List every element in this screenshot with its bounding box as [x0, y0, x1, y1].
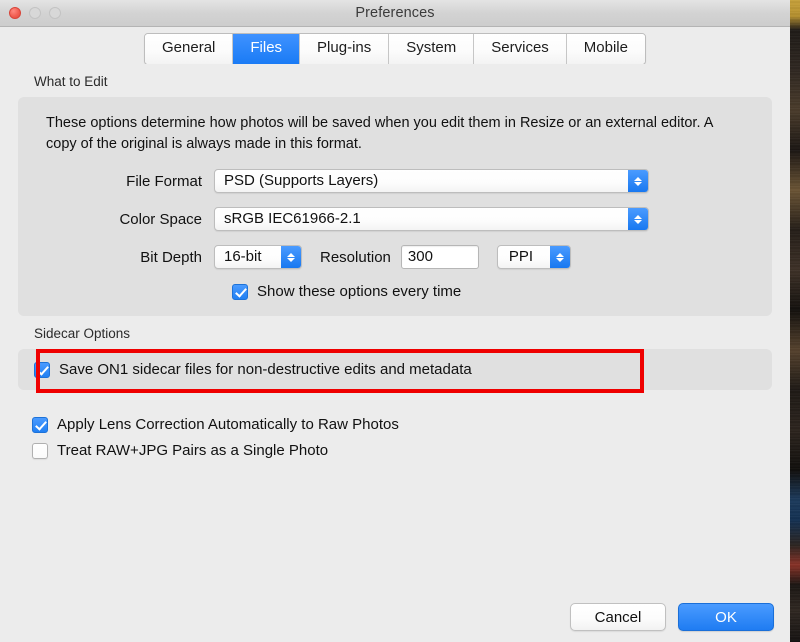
apply-lens-correction-checkbox[interactable] [32, 416, 48, 433]
tab-general[interactable]: General [145, 34, 234, 64]
bottom-options-group: Apply Lens Correction Automatically to R… [32, 416, 772, 459]
color-space-row: Color Space sRGB IEC61966-2.1 [34, 207, 756, 231]
show-options-checkbox-row[interactable]: Show these options every time [232, 283, 461, 300]
save-sidecar-checkbox-row[interactable]: Save ON1 sidecar files for non-destructi… [34, 361, 756, 378]
ok-button[interactable]: OK [678, 603, 774, 631]
resolution-label: Resolution [320, 248, 391, 266]
treat-raw-jpg-row[interactable]: Treat RAW+JPG Pairs as a Single Photo [32, 442, 772, 459]
file-format-label: File Format [126, 172, 202, 190]
file-format-value: PSD (Supports Layers) [224, 172, 379, 189]
tab-files[interactable]: Files [233, 34, 301, 64]
tab-plug-ins[interactable]: Plug-ins [300, 34, 390, 64]
tab-bar: General Files Plug-ins System Services M… [144, 33, 646, 65]
chevron-up-icon [634, 176, 642, 181]
apply-lens-correction-row[interactable]: Apply Lens Correction Automatically to R… [32, 416, 772, 433]
resolution-input[interactable]: 300 [400, 245, 479, 269]
resolution-units-value: PPI [508, 248, 534, 265]
dialog-footer: Cancel OK [570, 603, 774, 631]
what-to-edit-description: These options determine how photos will … [46, 115, 713, 152]
cancel-button[interactable]: Cancel [570, 603, 666, 631]
window-titlebar[interactable]: Preferences [0, 0, 790, 27]
chevron-down-icon [634, 181, 642, 186]
treat-raw-jpg-label: Treat RAW+JPG Pairs as a Single Photo [57, 442, 329, 459]
resolution-units-select[interactable]: PPI [496, 245, 571, 269]
what-to-edit-label: What to Edit [34, 74, 108, 89]
sidecar-options-label: Sidecar Options [34, 326, 131, 341]
minimize-window-icon[interactable] [29, 7, 41, 19]
chevron-down-icon [287, 257, 295, 262]
chevron-down-icon [555, 257, 564, 262]
show-options-label: Show these options every time [257, 283, 462, 300]
file-format-stepper-icon[interactable] [628, 170, 648, 192]
tab-mobile[interactable]: Mobile [566, 34, 645, 64]
what-to-edit-group: These options determine how photos will … [18, 97, 772, 316]
window-title: Preferences [355, 5, 435, 21]
screen: Preferences General Files Plug-ins Syste… [0, 0, 800, 642]
show-options-checkbox[interactable] [232, 283, 248, 300]
tabbar-region: General Files Plug-ins System Services M… [0, 27, 790, 65]
files-panel: What to Edit These options determine how… [0, 64, 790, 642]
treat-raw-jpg-checkbox[interactable] [32, 442, 48, 459]
save-sidecar-checkbox[interactable] [34, 361, 50, 378]
save-sidecar-label: Save ON1 sidecar files for non-destructi… [59, 361, 472, 378]
traffic-light-group [9, 0, 61, 26]
color-space-stepper-icon[interactable] [628, 208, 648, 230]
bit-depth-row: Bit Depth 16-bit Resolution 300 PPI [34, 245, 756, 269]
color-space-select[interactable]: sRGB IEC61966-2.1 [214, 207, 649, 231]
tab-services[interactable]: Services [474, 34, 567, 64]
bit-depth-value: 16-bit [224, 248, 262, 265]
preferences-window: Preferences General Files Plug-ins Syste… [0, 0, 790, 642]
resolution-units-stepper-icon[interactable] [549, 246, 570, 268]
desktop-background-strip [790, 0, 800, 642]
file-format-select[interactable]: PSD (Supports Layers) [214, 169, 649, 193]
bit-depth-select[interactable]: 16-bit [214, 245, 302, 269]
bit-depth-label: Bit Depth [140, 248, 202, 266]
color-space-label: Color Space [119, 210, 202, 228]
chevron-down-icon [634, 219, 642, 224]
close-window-icon[interactable] [9, 7, 21, 19]
tab-system[interactable]: System [389, 34, 475, 64]
apply-lens-correction-label: Apply Lens Correction Automatically to R… [57, 416, 399, 433]
chevron-up-icon [555, 252, 564, 257]
sidecar-group: Save ON1 sidecar files for non-destructi… [18, 349, 772, 390]
bit-depth-stepper-icon[interactable] [281, 246, 301, 268]
file-format-row: File Format PSD (Supports Layers) [34, 169, 756, 193]
maximize-window-icon[interactable] [49, 7, 61, 19]
color-space-value: sRGB IEC61966-2.1 [224, 210, 361, 227]
chevron-up-icon [287, 252, 295, 257]
chevron-up-icon [634, 214, 642, 219]
show-options-row: Show these options every time [34, 283, 756, 300]
sidecar-wrapper: Save ON1 sidecar files for non-destructi… [18, 349, 772, 393]
